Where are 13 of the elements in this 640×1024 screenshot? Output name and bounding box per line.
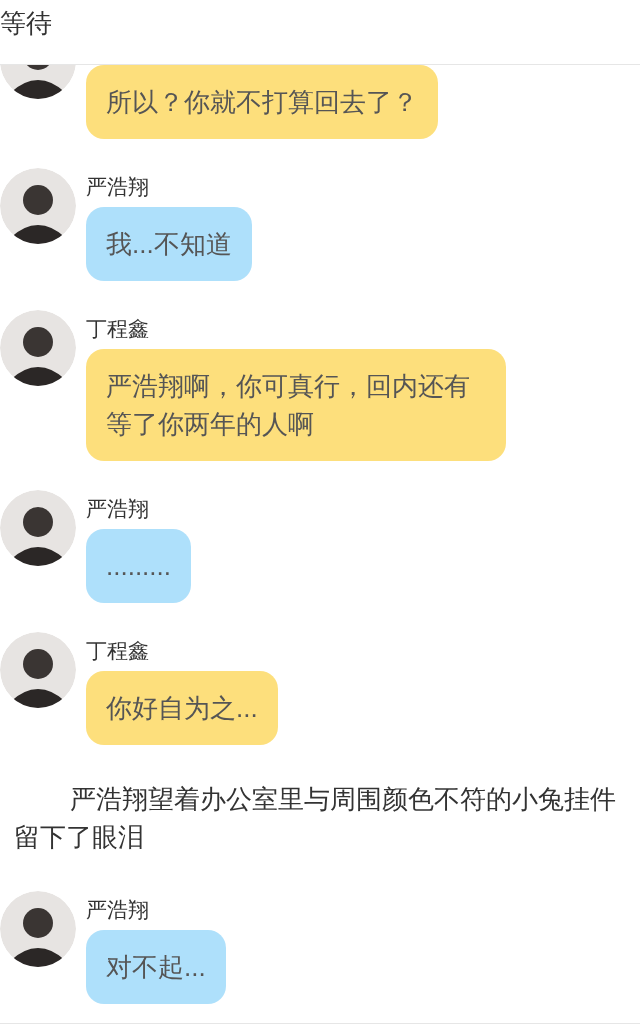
sender-name: 严浩翔 <box>86 174 149 200</box>
sender-name: 丁程鑫 <box>86 638 149 664</box>
message-bubble: 严浩翔啊，你可真行，回内还有等了你两年的人啊 <box>86 349 506 461</box>
sender-name: 丁程鑫 <box>86 316 149 342</box>
narration-text: 严浩翔望着办公室里与周围颜色不符的小兔挂件留下了眼泪 <box>13 783 617 854</box>
sender-name: 严浩翔 <box>86 897 149 923</box>
message-bubble: 我...不知道 <box>86 207 252 281</box>
chat-title: 等待 <box>0 7 52 40</box>
message-bubble: ......... <box>86 529 191 603</box>
sender-name: 严浩翔 <box>86 496 149 522</box>
message-bubble: 对不起... <box>86 930 226 1004</box>
message-bubble: 所以？你就不打算回去了？ <box>86 65 438 139</box>
message-bubble: 你好自为之... <box>86 671 278 745</box>
